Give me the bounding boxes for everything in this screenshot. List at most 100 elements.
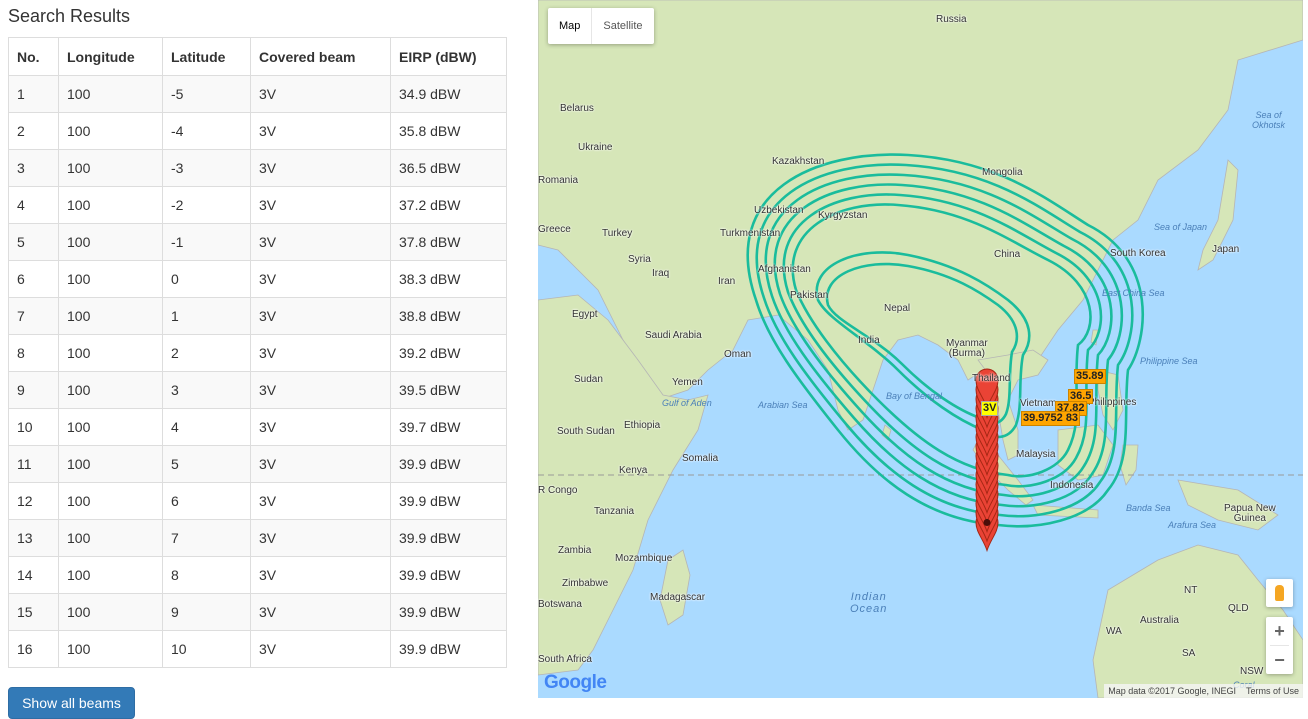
table-row: 15 100 9 3V 39.9 dBW	[8, 593, 507, 631]
country-label: Iran	[718, 276, 736, 287]
cell-latitude: -1	[162, 223, 251, 261]
table-row: 16 100 10 3V 39.9 dBW	[8, 630, 507, 668]
cell-no: 6	[8, 260, 59, 298]
country-label: Australia	[1140, 615, 1179, 626]
cell-eirp: 37.2 dBW	[390, 186, 507, 224]
col-eirp: EIRP (dBW)	[390, 37, 507, 76]
results-table: No. Longitude Latitude Covered beam EIRP…	[8, 37, 507, 668]
country-label: Saudi Arabia	[645, 330, 702, 341]
eirp-tag-4[interactable]: 39.9752 83	[1021, 411, 1081, 426]
cell-latitude: 10	[162, 630, 251, 668]
cell-beam: 3V	[250, 593, 391, 631]
cell-eirp: 38.8 dBW	[390, 297, 507, 335]
country-label: China	[994, 249, 1021, 260]
country-label: Afghanistan	[758, 264, 811, 275]
map-type-satellite-button[interactable]: Satellite	[591, 8, 653, 44]
country-label: R Congo	[538, 485, 578, 496]
cell-beam: 3V	[250, 112, 391, 150]
cell-longitude: 100	[58, 112, 163, 150]
cell-no: 13	[8, 519, 59, 557]
country-label: Myanmar (Burma)	[946, 338, 988, 359]
cell-longitude: 100	[58, 630, 163, 668]
cell-eirp: 35.8 dBW	[390, 112, 507, 150]
table-row: 9 100 3 3V 39.5 dBW	[8, 371, 507, 409]
cell-no: 3	[8, 149, 59, 187]
water-label: Banda Sea	[1126, 503, 1171, 513]
country-label: Iraq	[652, 268, 670, 279]
cell-longitude: 100	[58, 408, 163, 446]
pegman-icon[interactable]	[1266, 579, 1293, 607]
country-label: Japan	[1212, 244, 1240, 255]
col-longitude: Longitude	[58, 37, 163, 76]
cell-longitude: 100	[58, 556, 163, 594]
eirp-tag-1[interactable]: 35.89	[1074, 369, 1106, 384]
cell-longitude: 100	[58, 260, 163, 298]
table-row: 1 100 -5 3V 34.9 dBW	[8, 75, 507, 113]
country-label: Somalia	[682, 453, 719, 464]
country-label: NT	[1184, 585, 1198, 596]
map-attribution: Map data ©2017 Google, INEGI Terms of Us…	[1104, 684, 1303, 698]
country-label: South Korea	[1110, 248, 1166, 259]
country-label: Russia	[936, 14, 967, 25]
country-label: Uzbekistan	[754, 205, 804, 216]
country-label: SA	[1182, 648, 1196, 659]
country-label: Yemen	[672, 377, 703, 388]
terms-link[interactable]: Terms of Use	[1246, 684, 1299, 698]
beam-tag[interactable]: 3V	[981, 401, 999, 416]
table-row: 5 100 -1 3V 37.8 dBW	[8, 223, 507, 261]
country-label: Malaysia	[1016, 449, 1056, 460]
cell-latitude: -2	[162, 186, 251, 224]
water-label: Arafura Sea	[1168, 520, 1217, 530]
cell-beam: 3V	[250, 482, 391, 520]
show-all-beams-button[interactable]: Show all beams	[8, 687, 135, 719]
country-label: Kazakhstan	[772, 156, 825, 167]
country-label: Syria	[628, 254, 651, 265]
map-type-map-button[interactable]: Map	[548, 8, 591, 44]
country-label: Kyrgyzstan	[818, 210, 868, 221]
cell-latitude: 8	[162, 556, 251, 594]
table-row: 7 100 1 3V 38.8 dBW	[8, 297, 507, 335]
country-label: Turkmenistan	[720, 228, 781, 239]
country-label: Tanzania	[594, 506, 635, 517]
cell-no: 14	[8, 556, 59, 594]
table-row: 11 100 5 3V 39.9 dBW	[8, 445, 507, 483]
cell-no: 4	[8, 186, 59, 224]
country-label: Greece	[538, 224, 571, 235]
country-label: WA	[1106, 626, 1122, 637]
zoom-out-button[interactable]: −	[1266, 646, 1293, 674]
country-label: QLD	[1228, 603, 1249, 614]
cell-latitude: -3	[162, 149, 251, 187]
col-latitude: Latitude	[162, 37, 251, 76]
zoom-in-button[interactable]: +	[1266, 617, 1293, 645]
cell-longitude: 100	[58, 334, 163, 372]
cell-no: 12	[8, 482, 59, 520]
cell-no: 7	[8, 297, 59, 335]
country-label: Madagascar	[650, 592, 706, 603]
cell-longitude: 100	[58, 75, 163, 113]
ocean-label: Indian Ocean	[850, 591, 888, 615]
country-label: Pakistan	[790, 290, 829, 301]
zoom-control: + −	[1266, 617, 1293, 674]
cell-eirp: 39.9 dBW	[390, 445, 507, 483]
country-label: Romania	[538, 175, 579, 186]
cell-latitude: 5	[162, 445, 251, 483]
water-label: East China Sea	[1102, 288, 1165, 298]
cell-eirp: 39.9 dBW	[390, 556, 507, 594]
table-row: 3 100 -3 3V 36.5 dBW	[8, 149, 507, 187]
cell-latitude: 4	[162, 408, 251, 446]
cell-eirp: 37.8 dBW	[390, 223, 507, 261]
cell-latitude: -5	[162, 75, 251, 113]
cell-latitude: 0	[162, 260, 251, 298]
map-view[interactable]: Map Satellite Russia Belarus Ukraine Kazakh…	[538, 0, 1303, 698]
cell-eirp: 36.5 dBW	[390, 149, 507, 187]
country-label: Turkey	[602, 228, 633, 239]
water-label: Bay of Bengal	[886, 391, 943, 401]
country-label: South Africa	[538, 654, 592, 665]
cell-eirp: 39.9 dBW	[390, 519, 507, 557]
cell-no: 11	[8, 445, 59, 483]
water-label: Gulf of Aden	[662, 398, 712, 408]
table-row: 6 100 0 3V 38.3 dBW	[8, 260, 507, 298]
google-logo[interactable]: Google	[544, 672, 607, 694]
water-label: Philippine Sea	[1140, 356, 1198, 366]
cell-no: 9	[8, 371, 59, 409]
